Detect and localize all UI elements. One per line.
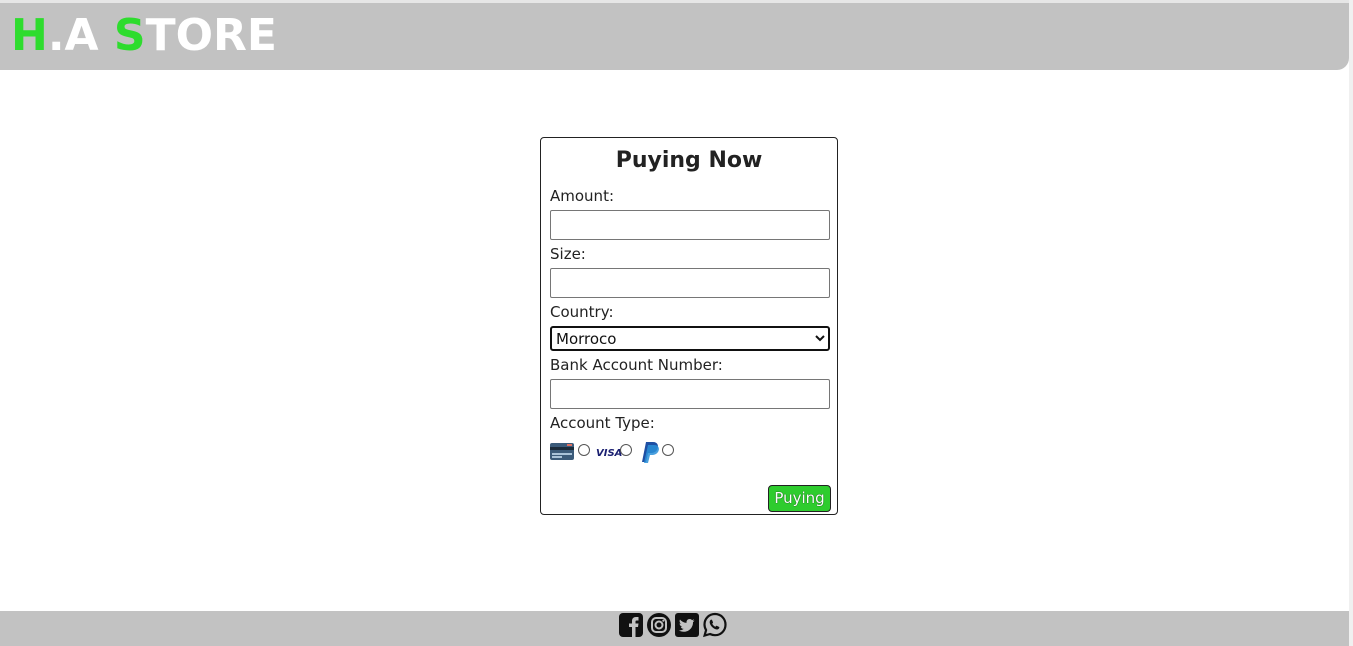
amount-label: Amount: <box>550 187 614 205</box>
store-logo[interactable]: H.A STORE <box>11 11 277 61</box>
logo-text-tore: TORE <box>145 10 277 61</box>
size-input[interactable] <box>550 268 830 298</box>
form-title: Puying Now <box>615 148 763 173</box>
country-selected-value: Morroco <box>556 330 617 348</box>
logo-letter-s: S <box>113 10 146 61</box>
country-select[interactable]: Morroco <box>550 326 830 351</box>
account-type-options: VISA <box>550 440 750 464</box>
credit-card-radio[interactable] <box>578 444 590 456</box>
instagram-icon[interactable] <box>646 612 672 638</box>
chevron-down-icon <box>815 335 825 342</box>
credit-card-icon <box>550 443 574 460</box>
payment-form: Puying Now Amount: Size: Country: Morroc… <box>540 137 838 515</box>
size-label: Size: <box>550 245 586 263</box>
logo-text-a: .A <box>47 10 114 61</box>
paypal-radio[interactable] <box>662 444 674 456</box>
bank-account-input[interactable] <box>550 379 830 409</box>
logo-letter-h: H <box>11 10 48 61</box>
twitter-icon[interactable] <box>674 612 700 638</box>
visa-icon: VISA <box>596 448 622 458</box>
amount-input[interactable] <box>550 210 830 240</box>
visa-radio[interactable] <box>620 444 632 456</box>
facebook-icon[interactable] <box>618 612 644 638</box>
svg-text:VISA: VISA <box>596 448 622 458</box>
bank-account-label: Bank Account Number: <box>550 356 723 374</box>
scrollbar-track[interactable] <box>1349 0 1353 646</box>
account-type-label: Account Type: <box>550 414 655 432</box>
paypal-icon <box>642 442 659 463</box>
site-header: H.A STORE <box>0 3 1349 70</box>
country-label: Country: <box>550 303 614 321</box>
whatsapp-icon[interactable] <box>702 612 728 638</box>
submit-payment-button[interactable]: Puying <box>768 485 831 512</box>
